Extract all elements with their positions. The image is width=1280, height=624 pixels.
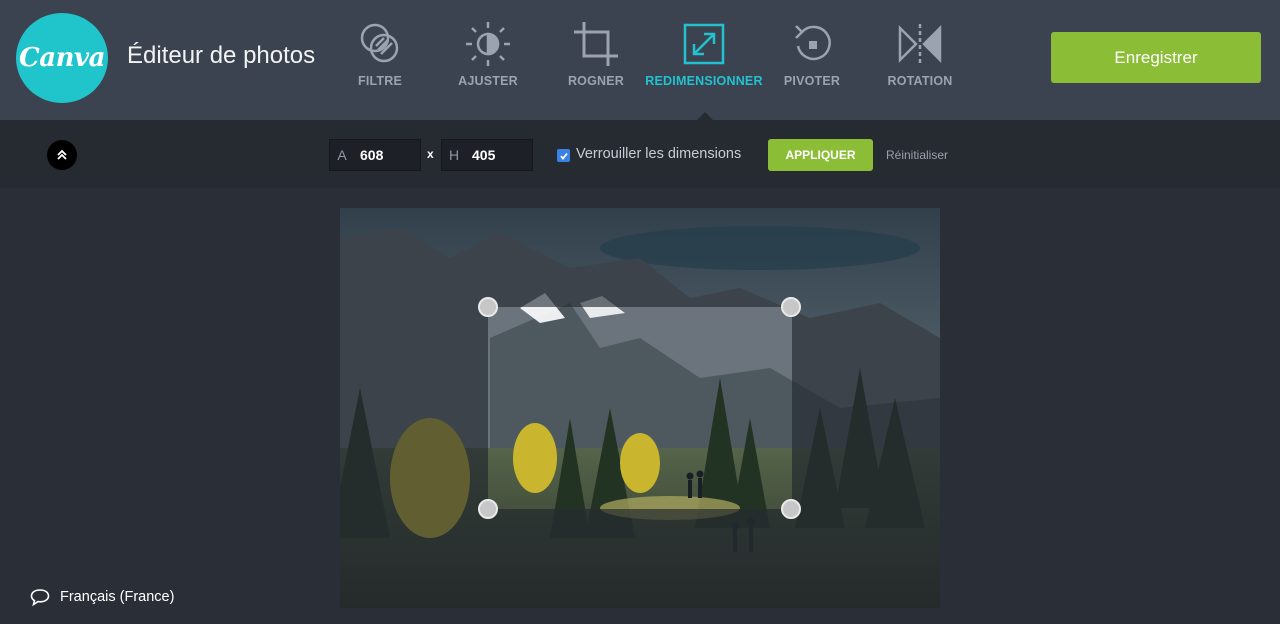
tool-resize[interactable]: REDIMENSIONNER xyxy=(644,20,764,100)
reset-link[interactable]: Réinitialiser xyxy=(886,148,948,162)
logo-text: Canva xyxy=(19,43,105,73)
canva-logo[interactable]: Canva xyxy=(16,13,108,103)
collapse-button[interactable] xyxy=(47,140,77,170)
top-header: Canva Éditeur de photos FILTRE AJUSTER R… xyxy=(0,0,1280,120)
width-field[interactable]: A xyxy=(329,139,421,171)
tool-flip-label: ROTATION xyxy=(887,74,953,88)
tool-rotate[interactable]: PIVOTER xyxy=(752,20,872,100)
height-prefix: H xyxy=(448,147,460,163)
lock-dimensions-label[interactable]: Verrouiller les dimensions xyxy=(576,146,741,162)
page-title: Éditeur de photos xyxy=(127,42,316,69)
tool-crop-label: ROGNER xyxy=(567,74,625,88)
language-label: Français (France) xyxy=(60,589,175,605)
language-selector[interactable]: Français (France) xyxy=(30,588,174,606)
resize-handle-top-right[interactable] xyxy=(781,297,801,317)
save-button[interactable]: Enregistrer xyxy=(1051,32,1261,83)
adjust-icon xyxy=(464,20,512,68)
dimension-separator: x xyxy=(427,147,434,161)
resize-preview[interactable] xyxy=(488,307,792,509)
tool-crop[interactable]: ROGNER xyxy=(536,20,656,100)
tool-filter[interactable]: FILTRE xyxy=(320,20,440,100)
checkmark-icon xyxy=(559,152,568,160)
rotate-icon xyxy=(788,20,836,68)
resize-handle-bottom-left[interactable] xyxy=(478,499,498,519)
width-prefix: A xyxy=(337,147,347,163)
resize-handle-top-left[interactable] xyxy=(478,297,498,317)
active-tool-indicator xyxy=(697,112,713,120)
lock-dimensions-checkbox[interactable] xyxy=(557,149,570,162)
double-chevron-up-icon xyxy=(57,149,67,160)
height-input[interactable] xyxy=(472,147,532,163)
tool-rotate-label: PIVOTER xyxy=(783,74,841,88)
tool-adjust[interactable]: AJUSTER xyxy=(428,20,548,100)
tool-flip[interactable]: ROTATION xyxy=(860,20,980,100)
tool-filter-label: FILTRE xyxy=(357,74,403,88)
resize-icon xyxy=(680,20,728,68)
filter-icon xyxy=(356,20,404,68)
resize-handle-bottom-right[interactable] xyxy=(781,499,801,519)
tool-resize-label: REDIMENSIONNER xyxy=(645,74,763,88)
speech-bubble-icon xyxy=(30,589,50,606)
crop-icon xyxy=(572,20,620,68)
tool-adjust-label: AJUSTER xyxy=(458,74,518,88)
apply-button[interactable]: APPLIQUER xyxy=(768,139,873,171)
width-input[interactable] xyxy=(360,147,420,163)
flip-icon xyxy=(896,20,944,68)
landscape-photo-preview xyxy=(488,307,792,509)
height-field[interactable]: H xyxy=(441,139,533,171)
resize-toolbar: A x H Verrouiller les dimensions APPLIQU… xyxy=(0,120,1280,188)
